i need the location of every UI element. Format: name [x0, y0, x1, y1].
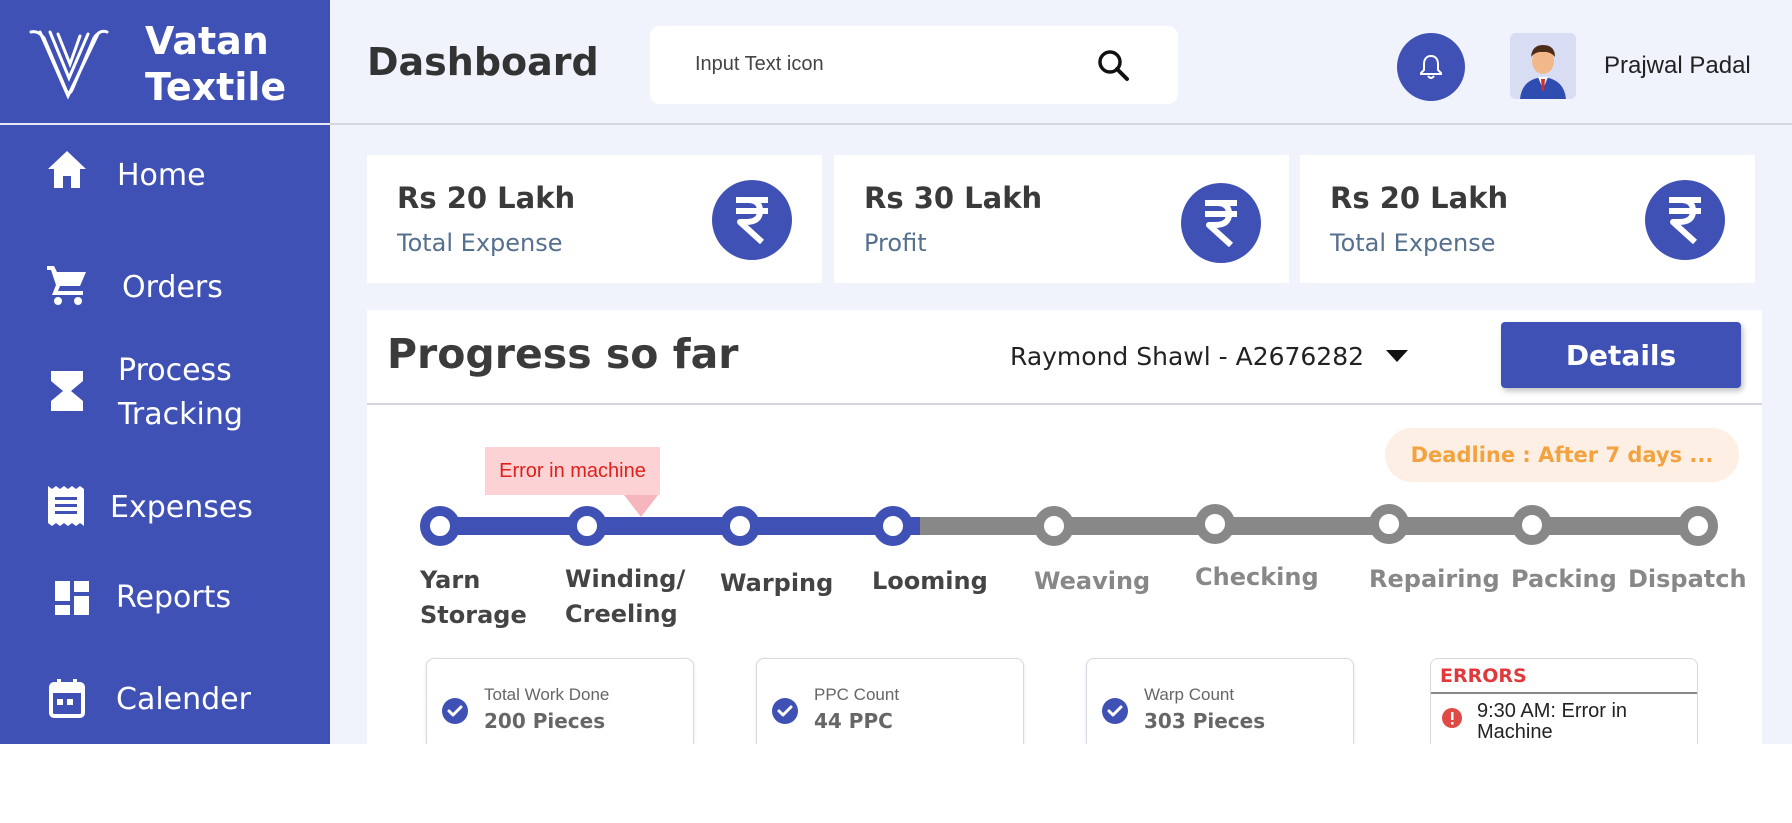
stat-card-total-expense: Rs 20 Lakh Total Expense	[367, 155, 822, 283]
stage-label-line2: Storage	[420, 601, 527, 629]
brand-name: Vatan Textile	[145, 18, 286, 110]
stage-node-yarn-storage[interactable]	[420, 506, 460, 546]
check-circle-icon	[772, 698, 798, 724]
search-box	[650, 26, 1178, 104]
user-name[interactable]: Prajwal Padal	[1604, 52, 1751, 80]
sidebar-item-label: Reports	[116, 580, 232, 615]
stage-node-warping[interactable]	[720, 506, 760, 546]
stage-label-checking: Checking	[1195, 563, 1319, 591]
progress-title: Progress so far	[387, 330, 739, 378]
stage-label-line2: Creeling	[565, 600, 678, 628]
sidebar: Vatan Textile Home Orders Process Tracki…	[0, 0, 330, 744]
home-icon	[45, 148, 89, 192]
user-avatar-icon	[1510, 33, 1576, 99]
info-value: 303 Pieces	[1144, 709, 1266, 733]
stat-label: Total Expense	[1330, 229, 1496, 257]
sidebar-item-expenses[interactable]: Expenses	[0, 462, 330, 552]
stage-label-weaving: Weaving	[1034, 567, 1151, 595]
error-item[interactable]: 9:30 AM: Error in Machine	[1477, 701, 1687, 743]
stage-label-line1: Yarn	[420, 566, 481, 594]
error-tooltip-arrow	[624, 495, 658, 517]
brand: Vatan Textile	[0, 0, 330, 125]
stage-node-dispatch[interactable]	[1678, 506, 1718, 546]
chevron-down-icon	[1386, 350, 1409, 362]
sidebar-item-label: Expenses	[110, 490, 253, 525]
error-tooltip: Error in machine	[485, 447, 660, 495]
sidebar-item-label: Home	[117, 158, 206, 193]
rupee-icon	[1645, 180, 1725, 260]
details-button[interactable]: Details	[1501, 322, 1741, 388]
stage-label-yarn-storage: Yarn Storage	[420, 563, 527, 633]
sidebar-item-process-tracking[interactable]: Process Tracking	[0, 345, 330, 445]
dashboard-grid-icon	[50, 576, 94, 620]
product-select-value: Raymond Shawl - A2676282	[1010, 341, 1365, 371]
check-circle-icon	[1102, 698, 1128, 724]
sidebar-item-orders[interactable]: Orders	[0, 240, 330, 330]
sidebar-item-label-line1: Process	[118, 353, 232, 388]
deadline-badge: Deadline : After 7 days ...	[1385, 428, 1739, 482]
sidebar-item-calender[interactable]: Calender	[0, 654, 330, 744]
sidebar-item-reports[interactable]: Reports	[0, 554, 330, 644]
avatar[interactable]	[1510, 33, 1576, 99]
errors-title: ERRORS	[1440, 665, 1527, 687]
stage-label-repairing: Repairing	[1369, 565, 1500, 593]
sidebar-item-home[interactable]: Home	[0, 136, 330, 226]
progress-header: Progress so far Raymond Shawl - A2676282…	[367, 310, 1762, 405]
info-card-ppc-count: PPC Count 44 PPC	[756, 658, 1024, 744]
info-value: 44 PPC	[814, 709, 893, 733]
page-title: Dashboard	[367, 40, 599, 84]
stage-label-dispatch: Dispatch	[1628, 565, 1747, 593]
info-label: Total Work Done	[484, 685, 610, 704]
brand-logo-icon	[29, 29, 109, 100]
errors-card: ERRORS 9:30 AM: Error in Machine	[1430, 658, 1698, 744]
progress-track-done	[440, 517, 920, 535]
brand-name-line1: Vatan	[145, 19, 269, 63]
stat-label: Profit	[864, 229, 927, 257]
stage-node-packing[interactable]	[1512, 505, 1552, 545]
notifications-button[interactable]	[1397, 33, 1465, 101]
rupee-icon	[712, 180, 792, 260]
blank-area	[0, 744, 1792, 823]
stage-node-weaving[interactable]	[1034, 506, 1074, 546]
stat-card-total-expense: Rs 20 Lakh Total Expense	[1300, 155, 1755, 283]
error-alert-icon	[1442, 708, 1462, 728]
info-value: 200 Pieces	[484, 709, 606, 733]
stat-label: Total Expense	[397, 229, 563, 257]
stat-amount: Rs 20 Lakh	[1330, 181, 1509, 215]
info-label: PPC Count	[814, 685, 900, 704]
search-icon[interactable]	[1095, 48, 1131, 84]
check-circle-icon	[442, 698, 468, 724]
search-input[interactable]	[695, 46, 1075, 82]
stage-label-winding-creeling: Winding/ Creeling	[565, 562, 685, 632]
stage-node-winding-creeling[interactable]	[567, 506, 607, 546]
rupee-icon	[1181, 183, 1261, 263]
stage-label-packing: Packing	[1511, 565, 1617, 593]
sidebar-item-label: Orders	[122, 270, 223, 305]
stat-card-profit: Rs 30 Lakh Profit	[834, 155, 1289, 283]
sidebar-item-label-line2: Tracking	[118, 397, 243, 432]
stage-label-line1: Winding/	[565, 565, 686, 593]
app-window: Vatan Textile Home Orders Process Tracki…	[0, 0, 1792, 744]
hourglass-icon	[45, 369, 89, 413]
calendar-icon	[45, 676, 89, 720]
info-label: Warp Count	[1144, 685, 1235, 704]
top-bar: Dashboard Prajwal Padal	[330, 0, 1792, 125]
stage-label-warping: Warping	[720, 569, 834, 597]
brand-name-line2: Textile	[145, 65, 287, 109]
stage-node-looming[interactable]	[873, 506, 913, 546]
sidebar-item-label: Calender	[116, 682, 251, 717]
errors-divider	[1431, 692, 1697, 694]
info-card-total-work-done: Total Work Done 200 Pieces	[426, 658, 694, 744]
product-select[interactable]: Raymond Shawl - A2676282	[1010, 336, 1409, 376]
stage-label-looming: Looming	[872, 567, 988, 595]
info-card-warp-count: Warp Count 303 Pieces	[1086, 658, 1354, 744]
bell-icon	[1420, 54, 1442, 79]
stage-node-repairing[interactable]	[1369, 504, 1409, 544]
stage-node-checking[interactable]	[1195, 504, 1235, 544]
stat-amount: Rs 30 Lakh	[864, 181, 1043, 215]
cart-icon	[45, 262, 89, 306]
receipt-icon	[44, 484, 88, 528]
stat-amount: Rs 20 Lakh	[397, 181, 576, 215]
